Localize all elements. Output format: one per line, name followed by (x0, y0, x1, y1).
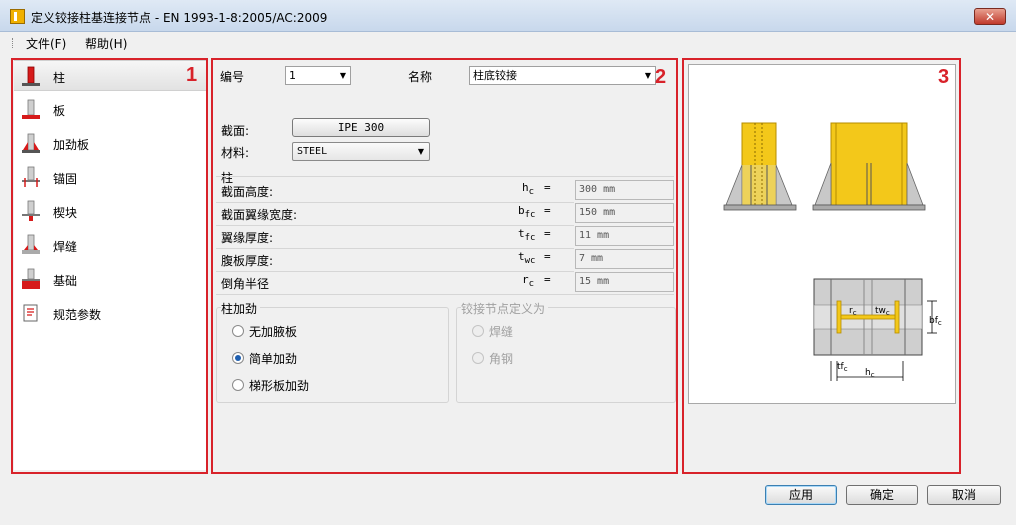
ok-button[interactable]: 确定 (846, 485, 918, 505)
menu-bar (0, 33, 1016, 53)
apply-button[interactable]: 应用 (765, 485, 837, 505)
menu-help[interactable]: 帮助(H) (85, 35, 127, 52)
annotation-label-3: 3 (938, 66, 950, 88)
app-logo-icon (10, 9, 25, 24)
annotation-label-1: 1 (186, 64, 198, 86)
annotation-box-2 (211, 58, 678, 474)
cancel-button[interactable]: 取消 (927, 485, 1001, 505)
close-icon: ✕ (984, 9, 996, 24)
menu-grip (12, 38, 14, 48)
close-button[interactable]: ✕ (974, 8, 1006, 25)
menu-file[interactable]: 文件(F) (26, 35, 66, 52)
annotation-box-1 (11, 58, 208, 474)
annotation-label-2: 2 (655, 66, 667, 88)
annotation-box-3 (682, 58, 961, 474)
window-title: 定义铰接柱基连接节点 - EN 1993-1-8:2005/AC:2009 (31, 11, 328, 25)
